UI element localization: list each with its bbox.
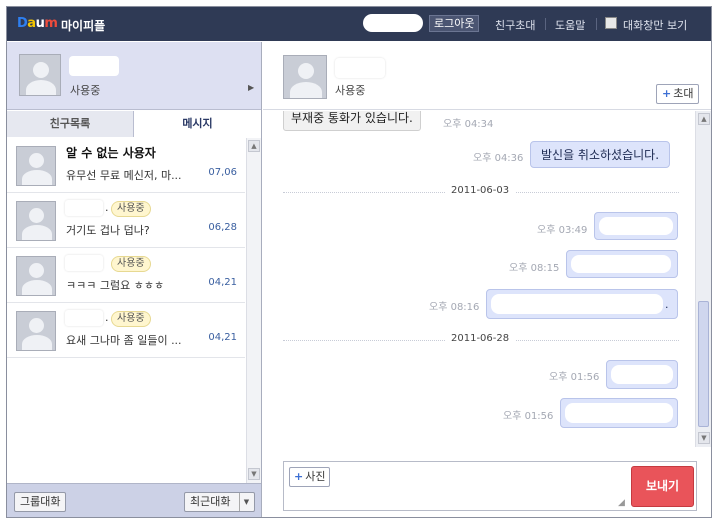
divider bbox=[596, 18, 597, 30]
status-badge: 사용중 bbox=[111, 311, 151, 327]
message-sent bbox=[594, 212, 678, 240]
chat-pane: 사용중 + 초대 부재중 통화가 있습니다. 오후 04:34 오후 04:36 … bbox=[263, 42, 711, 517]
message-sent bbox=[560, 398, 678, 428]
photo-button[interactable]: + 사진 bbox=[289, 467, 331, 487]
top-bar: Daum 마이피플 로그아웃 친구초대 도움말 대화창만 보기 bbox=[7, 7, 711, 41]
name-redacted bbox=[65, 310, 103, 326]
left-pane: 사용중 ▶ 친구목록 메시지 알 수 없는 사용자 유무선 무료 메신저, 마.… bbox=[7, 42, 262, 517]
left-tabs: 친구목록 메시지 bbox=[7, 111, 261, 137]
conversation-date: 04,21 bbox=[208, 277, 237, 288]
list-item[interactable]: . 사용중 요새 그나마 좀 일들이 ... 04,21 bbox=[7, 303, 245, 358]
tab-messages[interactable]: 메시지 bbox=[134, 111, 261, 137]
conversation-date: 04,21 bbox=[208, 332, 237, 343]
peer-avatar bbox=[283, 55, 327, 99]
my-profile-panel[interactable]: 사용중 ▶ bbox=[7, 42, 261, 110]
name-suffix: . bbox=[105, 201, 109, 214]
divider bbox=[545, 18, 546, 30]
my-status: 사용중 bbox=[70, 84, 101, 97]
conversation-date: 06,28 bbox=[208, 222, 237, 233]
list-item[interactable]: 사용중 ㅋㅋㅋ 그럼요 ㅎㅎㅎ 04,21 bbox=[7, 248, 245, 303]
conversation-scrollbar[interactable]: ▲ ▼ bbox=[246, 138, 261, 483]
peer-status: 사용중 bbox=[335, 84, 366, 97]
avatar bbox=[16, 201, 56, 241]
scroll-down-icon[interactable]: ▼ bbox=[698, 432, 710, 444]
message-sent: 발신을 취소하셨습니다. bbox=[530, 141, 671, 168]
invite-button[interactable]: + 초대 bbox=[656, 84, 700, 104]
conversation-date: 07,06 bbox=[208, 167, 237, 178]
recent-chat-label: 최근대화 bbox=[190, 495, 231, 508]
scroll-down-icon[interactable]: ▼ bbox=[248, 468, 260, 480]
user-name-redacted bbox=[363, 14, 423, 32]
date-label: 2011-06-03 bbox=[445, 185, 516, 196]
scroll-up-icon[interactable]: ▲ bbox=[248, 140, 260, 152]
send-button[interactable]: 보내기 bbox=[631, 466, 694, 507]
conversation-name: 알 수 없는 사용자 bbox=[66, 146, 156, 160]
resize-grip-icon[interactable]: ◢ bbox=[618, 498, 625, 508]
mypeople-window: Daum 마이피플 로그아웃 친구초대 도움말 대화창만 보기 사용중 ▶ 친구… bbox=[6, 6, 712, 518]
tab-friends[interactable]: 친구목록 bbox=[7, 111, 134, 137]
avatar bbox=[16, 256, 56, 296]
plus-icon: + bbox=[662, 87, 672, 100]
scroll-thumb[interactable] bbox=[698, 301, 709, 427]
daum-logo: Daum bbox=[17, 16, 58, 31]
status-badge: 사용중 bbox=[111, 256, 151, 272]
message-sent bbox=[566, 250, 678, 278]
chat-only-label[interactable]: 대화창만 보기 bbox=[623, 17, 687, 33]
scroll-up-icon[interactable]: ▲ bbox=[698, 113, 710, 125]
name-redacted bbox=[65, 200, 103, 216]
chat-only-checkbox[interactable] bbox=[605, 17, 617, 29]
my-name-redacted bbox=[69, 56, 119, 76]
help-link[interactable]: 도움말 bbox=[555, 17, 585, 33]
left-footer: 그룹대화 최근대화 ▼ bbox=[7, 483, 261, 517]
plus-icon: + bbox=[294, 470, 304, 483]
chat-scrollbar[interactable]: ▲ ▼ bbox=[695, 111, 711, 447]
date-label: 2011-06-28 bbox=[445, 333, 516, 344]
my-avatar bbox=[19, 54, 61, 96]
conversation-preview: 요새 그나마 좀 일들이 ... bbox=[66, 334, 182, 347]
message-time: 오후 08:15 bbox=[509, 263, 560, 274]
message-sent: . bbox=[486, 289, 678, 319]
message-received: 부재중 통화가 있습니다. bbox=[283, 111, 421, 131]
status-badge: 사용중 bbox=[111, 201, 151, 217]
message-time: 오후 03:49 bbox=[537, 225, 588, 236]
conversation-list: 알 수 없는 사용자 유무선 무료 메신저, 마... 07,06 . 사용중 … bbox=[7, 138, 245, 483]
avatar bbox=[16, 311, 56, 351]
app-title: 마이피플 bbox=[61, 19, 106, 33]
chat-history: 부재중 통화가 있습니다. 오후 04:34 오후 04:36 발신을 취소하셨… bbox=[263, 111, 695, 447]
chevron-down-icon[interactable]: ▼ bbox=[239, 493, 253, 511]
invite-friend-link[interactable]: 친구초대 bbox=[495, 17, 535, 33]
conversation-preview: 거기도 겁나 덥나? bbox=[66, 224, 150, 237]
photo-label: 사진 bbox=[305, 470, 326, 483]
group-chat-button[interactable]: 그룹대화 bbox=[14, 492, 67, 512]
avatar bbox=[16, 146, 56, 186]
message-time: 오후 01:56 bbox=[549, 372, 600, 383]
name-suffix: . bbox=[105, 311, 109, 324]
message-time: 오후 04:34 bbox=[443, 119, 494, 130]
invite-label: 초대 bbox=[673, 87, 694, 100]
message-sent bbox=[606, 360, 678, 389]
name-redacted bbox=[65, 255, 103, 271]
message-time: 오후 08:16 bbox=[429, 302, 480, 313]
peer-name-redacted bbox=[335, 58, 385, 78]
conversation-preview: ㅋㅋㅋ 그럼요 ㅎㅎㅎ bbox=[66, 279, 165, 292]
message-input[interactable] bbox=[330, 467, 622, 505]
chevron-right-icon[interactable]: ▶ bbox=[248, 83, 254, 92]
message-time: 오후 01:56 bbox=[503, 411, 554, 422]
list-item[interactable]: . 사용중 거기도 겁나 덥나? 06,28 bbox=[7, 193, 245, 248]
logout-button[interactable]: 로그아웃 bbox=[429, 15, 480, 32]
peer-header: 사용중 + 초대 bbox=[263, 42, 711, 110]
message-time: 오후 04:36 bbox=[473, 153, 524, 164]
list-item[interactable]: 알 수 없는 사용자 유무선 무료 메신저, 마... 07,06 bbox=[7, 138, 245, 193]
conversation-preview: 유무선 무료 메신저, 마... bbox=[66, 169, 182, 182]
compose-box: + 사진 ◢ 보내기 bbox=[283, 461, 697, 511]
